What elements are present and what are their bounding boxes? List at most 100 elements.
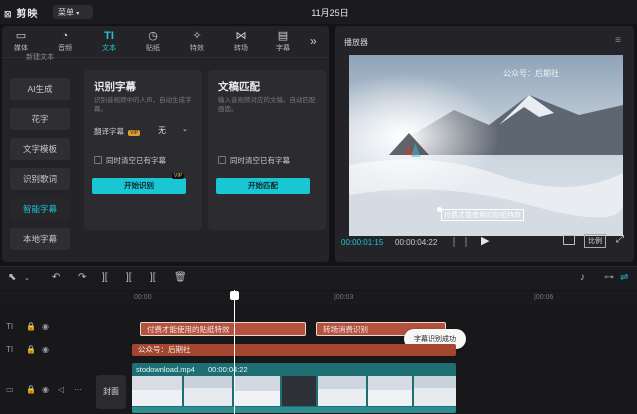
tab-subtitle[interactable]: ▤ 字幕 <box>264 29 302 53</box>
translate-language-select[interactable]: 无 ⌄ <box>154 123 194 137</box>
card-description: 输入音视频对应的文稿，自动匹配画面。 <box>218 97 316 113</box>
clip-label: 转场消费识别 <box>323 325 368 334</box>
menu-icon[interactable]: ≡ <box>615 35 621 46</box>
playhead-handle-icon[interactable] <box>230 291 239 300</box>
sidebar-item-text-template[interactable]: 文字模板 <box>10 138 70 160</box>
tab-label: 转场 <box>234 45 248 52</box>
start-recognize-button[interactable]: 开始识别 <box>92 178 186 194</box>
sidebar-item-lyrics[interactable]: 识别歌词 <box>10 168 70 190</box>
video-clip[interactable]: stodownload.mp4 00:00:04:22 <box>132 363 456 413</box>
text-clip[interactable]: 公众号：后期社 <box>132 344 456 356</box>
split-right-icon[interactable]: ][ <box>150 272 156 283</box>
play-icon[interactable]: ▶ <box>481 234 489 247</box>
tab-transition[interactable]: ⋈ 转场 <box>222 29 260 53</box>
button-label: 开始识别 <box>124 181 154 190</box>
tab-sticker[interactable]: ◷ 贴纸 <box>134 29 172 53</box>
tab-media[interactable]: ▭ 媒体 <box>2 29 40 53</box>
sidebar-item-local-subtitle[interactable]: 本地字幕 <box>10 228 70 250</box>
sticker-icon: ◷ <box>148 30 158 42</box>
ruler-label: |00:06 <box>534 294 554 301</box>
split-left-icon[interactable]: ][ <box>126 272 132 283</box>
start-match-button[interactable]: 开始匹配 <box>216 178 310 194</box>
redo-icon[interactable]: ↷ <box>78 272 86 283</box>
undo-icon[interactable]: ↶ <box>52 272 60 283</box>
volume-icon[interactable]: ◁ <box>58 385 64 394</box>
cursor-select-icon[interactable]: ⬉ <box>8 272 16 283</box>
cover-button[interactable]: 封面 <box>96 375 126 409</box>
link-icon[interactable]: ⊶ <box>604 272 614 283</box>
tab-label: 贴纸 <box>146 45 160 52</box>
player-title: 播放器 <box>344 38 368 47</box>
text-icon: TI <box>104 30 114 42</box>
project-date: 11月25日 <box>311 8 349 18</box>
video-preview[interactable]: 公众号：后期社 付费才能使用的贴纸特效 <box>349 55 623 236</box>
clear-existing-label: 同时清空已有字幕 <box>106 156 166 165</box>
chevron-down-icon[interactable]: ⌄ <box>24 274 30 282</box>
eye-icon[interactable]: ◉ <box>42 385 49 394</box>
microphone-icon[interactable]: ♪ <box>580 272 585 283</box>
timeline-ruler[interactable]: 00:00 |00:03 |00:06 <box>0 291 637 305</box>
clear-existing-checkbox[interactable] <box>218 156 226 164</box>
tab-label: 字幕 <box>276 45 290 52</box>
split-icon[interactable]: ][ <box>102 272 108 283</box>
clear-existing-label: 同时清空已有字幕 <box>230 156 290 165</box>
caption-text[interactable]: 付费才能使用的贴纸特效 <box>441 209 524 221</box>
card-description: 识别音视频中的人声，自动生成字幕。 <box>94 97 192 113</box>
sidebar-item-label: 识别歌词 <box>22 174 57 184</box>
more-icon[interactable]: ⋯ <box>74 385 82 394</box>
menu-button[interactable]: 菜单 ▾ <box>53 5 93 19</box>
recognize-subtitle-card: 识别字幕 识别音视频中的人声，自动生成字幕。 翻译字幕 VIP 无 ⌄ 同时清空… <box>84 70 202 230</box>
watermark-text: 公众号：后期社 <box>503 69 559 78</box>
tab-effects[interactable]: ✧ 特效 <box>178 29 216 53</box>
lock-icon[interactable]: 🔒 <box>26 385 36 394</box>
tab-audio[interactable]: ◔ 音频 <box>46 29 84 53</box>
audio-icon: ◔ <box>61 30 69 42</box>
lock-icon[interactable]: 🔒 <box>26 322 36 331</box>
tab-label: 媒体 <box>14 45 28 52</box>
screenshot-icon[interactable] <box>563 235 575 245</box>
lock-icon[interactable]: 🔒 <box>26 345 36 354</box>
chevron-down-icon: ▾ <box>76 11 80 17</box>
translate-language-value: 无 <box>158 126 166 135</box>
video-clip-duration: 00:00:04:22 <box>208 365 248 374</box>
timeline-tracks: TI 🔒 ◉ 付费才能使用的贴纸特效 转场消费识别 字幕识别成功 TI 🔒 ◉ … <box>0 305 637 414</box>
subtitle-icon: ▤ <box>277 30 289 42</box>
text-clip[interactable]: 付费才能使用的贴纸特效 <box>140 322 306 336</box>
eye-icon[interactable]: ◉ <box>42 345 49 354</box>
chevron-right-double-icon[interactable]: » <box>310 34 317 48</box>
playhead[interactable] <box>234 290 235 414</box>
sidebar-item-ai-generate[interactable]: AI生成 <box>10 78 70 100</box>
transition-icon: ⋈ <box>235 30 247 42</box>
logo-glyph-icon: ⊠ <box>4 9 13 19</box>
sidebar-item-label: 本地字幕 <box>22 234 57 244</box>
tab-label: 特效 <box>190 45 204 52</box>
window-controls <box>560 6 630 16</box>
sidebar-item-label: 文字模板 <box>22 144 57 154</box>
vip-badge-icon: VIP <box>128 130 141 136</box>
title-bar: ⊠ 剪映 菜单 ▾ 11月25日 <box>0 0 637 24</box>
fullscreen-icon[interactable]: ⤢ <box>616 234 624 245</box>
app-name: 剪映 <box>16 9 39 20</box>
sidebar-item-new-text[interactable]: 新建文本 <box>10 52 70 64</box>
delete-icon[interactable]: 🗑 <box>174 272 187 283</box>
sidebar-item-fancy-text[interactable]: 花字 <box>10 108 70 130</box>
materials-panel: ▭ 媒体 ◔ 音频 TI 文本 ◷ 贴纸 ✧ 特效 ⋈ 转场 ▤ 字幕 » 新建… <box>2 26 329 262</box>
sidebar-item-label: 新建文本 <box>26 54 54 61</box>
sidebar-item-smart-subtitle[interactable]: 智能字幕 <box>10 198 70 220</box>
vip-badge: VIP <box>172 173 185 179</box>
ruler-label: |00:03 <box>334 294 354 301</box>
aspect-ratio-button[interactable]: 比例 <box>584 234 606 248</box>
timeline-toolbar: ⬉ ⌄ ↶ ↷ ][ ][ ][ 🗑 ♪ ⊶ ⇌ <box>0 266 637 290</box>
tab-text[interactable]: TI 文本 <box>90 29 128 53</box>
app-logo: ⊠ 剪映 <box>4 5 38 20</box>
button-label: 开始匹配 <box>248 181 278 190</box>
menu-label: 菜单 <box>58 8 74 17</box>
caption-handle-icon[interactable] <box>437 207 442 212</box>
eye-icon[interactable]: ◉ <box>42 322 49 331</box>
snap-toggle-icon[interactable]: ⇌ <box>620 272 628 283</box>
translate-label: 翻译字幕 VIP <box>94 126 141 137</box>
video-track-icon: ▭ <box>6 385 14 394</box>
clear-existing-checkbox[interactable] <box>94 156 102 164</box>
script-match-card: 文稿匹配 输入音视频对应的文稿，自动匹配画面。 同时清空已有字幕 开始匹配 <box>208 70 326 230</box>
sidebar-item-label: 花字 <box>31 114 49 124</box>
